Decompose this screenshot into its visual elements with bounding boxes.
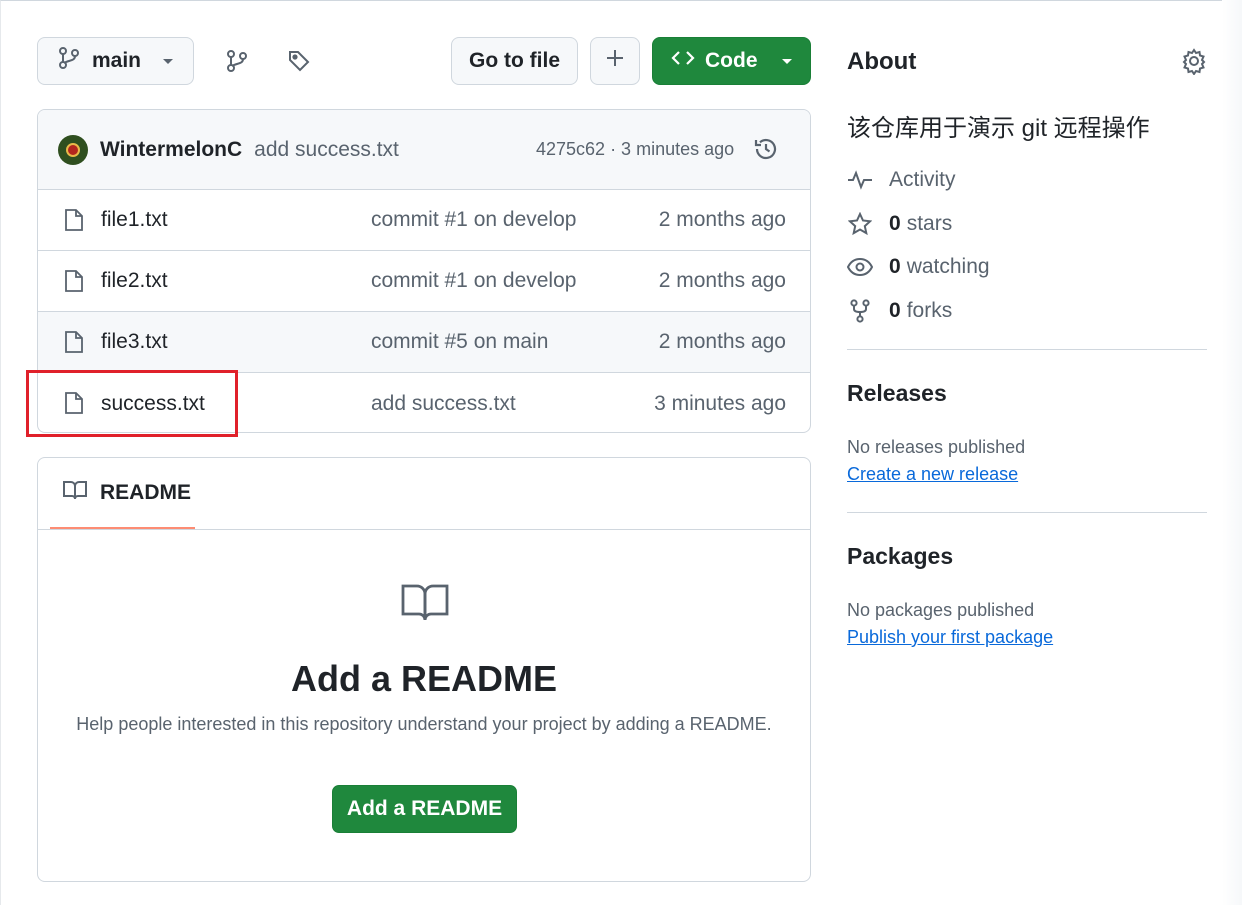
file-name-link[interactable]: file3.txt	[101, 330, 168, 354]
book-icon	[399, 580, 451, 627]
right-edge-shade	[1222, 0, 1242, 905]
file-commit-link[interactable]: commit #5 on main	[371, 330, 548, 354]
commit-message-link[interactable]: add success.txt	[254, 138, 399, 162]
tab-readme-label: README	[100, 480, 192, 504]
stars-link[interactable]: 0 stars	[847, 211, 952, 237]
file-icon	[64, 330, 84, 359]
chevron-down-icon	[161, 49, 175, 73]
file-name-link[interactable]: file1.txt	[101, 208, 168, 232]
about-heading: About	[847, 48, 917, 75]
table-row[interactable]: file1.txt commit #1 on develop 2 months …	[38, 190, 810, 251]
watching-count: 0	[889, 255, 901, 278]
add-file-button[interactable]	[590, 37, 640, 85]
releases-note: No releases published	[847, 437, 1026, 457]
eye-icon	[847, 254, 873, 280]
branch-name: main	[92, 49, 142, 72]
readme-heading: Add a README	[290, 658, 557, 699]
stars-label: stars	[906, 212, 953, 235]
history-icon[interactable]	[752, 135, 780, 168]
repo-description: 该仓库用于演示 git 远程操作	[847, 115, 1150, 142]
publish-package-link[interactable]: Publish your first package	[847, 627, 1053, 648]
create-release-link[interactable]: Create a new release	[847, 464, 1018, 485]
latest-commit-bar: WintermelonC add success.txt 4275c62 · 3…	[38, 110, 810, 190]
watching-link[interactable]: 0 watching	[847, 254, 990, 280]
commit-meta[interactable]: 4275c62 · 3 minutes ago	[536, 139, 734, 160]
file-time: 2 months ago	[658, 330, 786, 353]
readme-description: Help people interested in this repositor…	[76, 714, 772, 734]
file-commit-link[interactable]: commit #1 on develop	[371, 208, 576, 232]
packages-heading[interactable]: Packages	[847, 543, 953, 570]
chevron-down-icon	[780, 49, 794, 73]
star-icon	[847, 211, 873, 237]
file-commit-link[interactable]: add success.txt	[371, 392, 516, 416]
add-readme-button[interactable]: Add a README	[332, 785, 517, 833]
branches-icon[interactable]	[222, 46, 252, 76]
plus-icon	[605, 48, 625, 74]
go-to-file-button[interactable]: Go to file	[451, 37, 578, 85]
forks-count: 0	[889, 299, 901, 322]
table-row[interactable]: file3.txt commit #5 on main 2 months ago	[38, 312, 810, 373]
sidebar-divider	[847, 349, 1207, 350]
branch-icon	[58, 46, 80, 76]
table-row[interactable]: file2.txt commit #1 on develop 2 months …	[38, 251, 810, 312]
file-icon	[64, 269, 84, 298]
branch-selector-button[interactable]: main	[37, 37, 194, 85]
releases-heading[interactable]: Releases	[847, 380, 947, 407]
file-name-link[interactable]: file2.txt	[101, 269, 168, 293]
file-commit-link[interactable]: commit #1 on develop	[371, 269, 576, 293]
tab-divider	[38, 529, 810, 530]
file-time: 2 months ago	[658, 208, 786, 231]
forks-label: forks	[906, 299, 953, 322]
code-button[interactable]: Code	[652, 37, 811, 85]
file-time: 3 minutes ago	[654, 391, 786, 415]
code-icon	[671, 48, 695, 74]
commit-author-link[interactable]: WintermelonC	[100, 138, 242, 162]
stars-count: 0	[889, 212, 901, 235]
avatar[interactable]	[58, 134, 88, 165]
tag-icon[interactable]	[284, 46, 314, 76]
tab-readme[interactable]: README	[50, 458, 195, 530]
pulse-icon	[847, 167, 873, 193]
file-time: 2 months ago	[658, 269, 786, 292]
highlight-box	[26, 370, 238, 437]
fork-icon	[847, 298, 873, 324]
file-icon	[64, 208, 84, 237]
code-label: Code	[705, 49, 758, 72]
book-icon	[62, 479, 88, 507]
gear-icon[interactable]	[1180, 47, 1208, 80]
activity-link[interactable]: Activity	[847, 167, 956, 193]
forks-link[interactable]: 0 forks	[847, 298, 952, 324]
activity-label: Activity	[889, 168, 956, 191]
watching-label: watching	[906, 255, 990, 278]
sidebar-divider	[847, 512, 1207, 513]
readme-panel: README Add a README Help people interest…	[37, 457, 811, 882]
packages-note: No packages published	[847, 600, 1035, 620]
